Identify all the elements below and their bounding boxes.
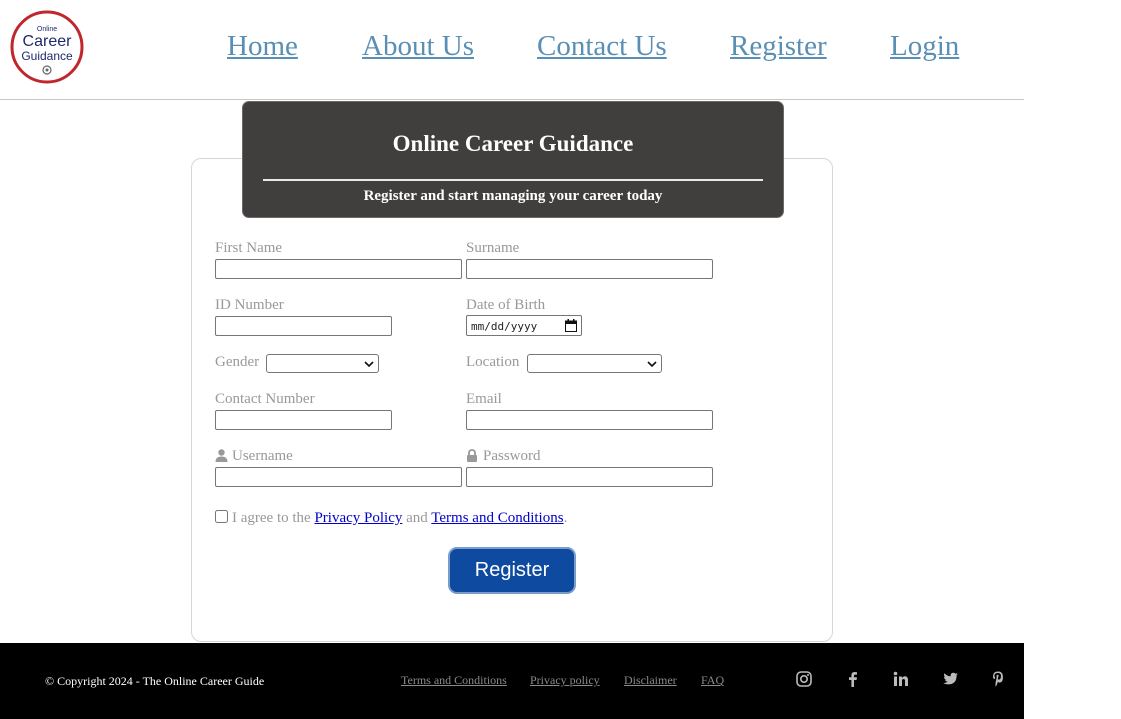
linkedin-icon[interactable] bbox=[892, 670, 910, 688]
dob-input[interactable]: mm/dd/yyyy bbox=[466, 315, 582, 336]
logo-line1: Online bbox=[37, 26, 57, 33]
banner-divider bbox=[263, 179, 763, 181]
id-number-label: ID Number bbox=[215, 297, 284, 313]
user-icon bbox=[215, 449, 228, 462]
contact-number-input[interactable] bbox=[215, 410, 392, 430]
registration-banner: Online Career Guidance Register and star… bbox=[242, 101, 784, 218]
agree-suffix: . bbox=[563, 510, 568, 526]
lock-icon bbox=[467, 449, 477, 462]
footer-disclaimer-link[interactable]: Disclaimer bbox=[624, 673, 677, 688]
chevron-down-icon bbox=[364, 361, 374, 367]
password-label: Password bbox=[483, 448, 541, 464]
location-select[interactable] bbox=[527, 354, 662, 373]
banner-title: Online Career Guidance bbox=[392, 131, 634, 156]
gender-select[interactable] bbox=[266, 354, 379, 373]
surname-label: Surname bbox=[466, 240, 520, 256]
nav-login[interactable]: Login bbox=[890, 30, 959, 63]
copyright-text: © Copyright 2024 - The Online Career Gui… bbox=[45, 674, 265, 688]
privacy-policy-link[interactable]: Privacy Policy bbox=[314, 510, 402, 526]
email-input[interactable] bbox=[466, 410, 713, 430]
footer-terms-link[interactable]: Terms and Conditions bbox=[401, 673, 507, 688]
username-label: Username bbox=[232, 448, 293, 464]
agreement-text: I agree to the Privacy Policy and Terms … bbox=[232, 510, 567, 527]
contact-number-label: Contact Number bbox=[215, 391, 315, 407]
id-number-input[interactable] bbox=[215, 316, 392, 336]
agree-and: and bbox=[406, 510, 428, 526]
nav-register[interactable]: Register bbox=[730, 30, 827, 63]
location-label: Location bbox=[466, 354, 520, 370]
instagram-icon[interactable] bbox=[795, 670, 813, 688]
site-header: Online Career Guidance Home About Us Con… bbox=[0, 0, 1024, 100]
agree-checkbox[interactable] bbox=[215, 510, 228, 523]
footer-faq-link[interactable]: FAQ bbox=[701, 673, 724, 688]
surname-input[interactable] bbox=[466, 259, 713, 279]
chevron-down-icon bbox=[647, 361, 657, 367]
logo-line2: Career bbox=[23, 33, 73, 50]
password-input[interactable] bbox=[466, 467, 713, 487]
username-input[interactable] bbox=[215, 467, 462, 487]
first-name-input[interactable] bbox=[215, 259, 462, 279]
nav-contact-us[interactable]: Contact Us bbox=[537, 30, 667, 63]
site-footer: © Copyright 2024 - The Online Career Gui… bbox=[0, 643, 1024, 719]
career-guidance-logo[interactable]: Online Career Guidance bbox=[10, 10, 84, 84]
terms-link[interactable]: Terms and Conditions bbox=[431, 510, 563, 526]
gender-label: Gender bbox=[215, 354, 260, 370]
dob-label: Date of Birth bbox=[466, 297, 546, 313]
nav-home[interactable]: Home bbox=[227, 30, 298, 63]
register-submit-button[interactable]: Register bbox=[448, 547, 576, 594]
twitter-icon[interactable] bbox=[941, 670, 959, 688]
dob-placeholder: mm/dd/yyyy bbox=[471, 320, 538, 333]
nav-about-us[interactable]: About Us bbox=[362, 30, 474, 63]
logo-line3: Guidance bbox=[21, 49, 73, 63]
footer-privacy-link[interactable]: Privacy policy bbox=[530, 673, 600, 688]
calendar-icon[interactable] bbox=[565, 319, 577, 332]
agree-prefix: I agree to the bbox=[232, 510, 311, 526]
first-name-label: First Name bbox=[215, 240, 283, 256]
email-label: Email bbox=[466, 391, 502, 407]
pinterest-icon[interactable] bbox=[989, 670, 1007, 688]
facebook-icon[interactable] bbox=[844, 670, 862, 688]
banner-subtitle: Register and start managing your career … bbox=[363, 188, 663, 204]
